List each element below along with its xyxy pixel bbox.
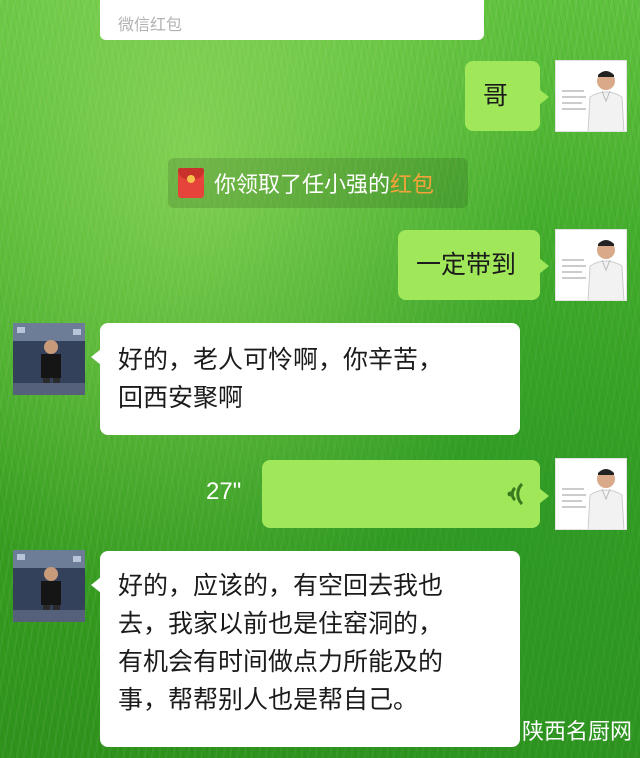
wechat-logo-icon: [486, 716, 516, 744]
red-packet-card-label: 微信红包: [118, 15, 183, 34]
message-bubble-6[interactable]: 好的，应该的，有空回去我也 去，我家以前也是住窑洞的， 有机会有时间做点力所能及…: [91, 551, 520, 747]
my-avatar[interactable]: [555, 458, 627, 530]
voice-duration: 27": [206, 478, 242, 505]
voice-message-bubble[interactable]: [262, 460, 549, 528]
message-text: 一定带到: [416, 250, 517, 279]
message-line: 好的，老人可怜啊，你辛苦，: [118, 345, 444, 374]
chef-avatar-image: [556, 61, 626, 131]
my-avatar[interactable]: [555, 229, 627, 301]
red-packet-notice-text: 你领取了任小强的: [214, 173, 391, 198]
red-packet-notice[interactable]: 你领取了任小强的 红包: [168, 158, 468, 208]
person-avatar-image: [13, 550, 85, 622]
red-packet-link[interactable]: 红包: [390, 167, 434, 199]
message-bubble-1[interactable]: 哥: [465, 61, 549, 131]
contact-avatar[interactable]: [13, 550, 85, 622]
message-bubble-4[interactable]: 好的，老人可怜啊，你辛苦， 回西安聚啊: [91, 323, 520, 435]
chef-avatar-image: [556, 230, 626, 300]
person-avatar-image: [13, 323, 85, 395]
message-line: 有机会有时间做点力所能及的: [118, 647, 444, 676]
message-line: 事，帮帮别人也是帮自己。: [118, 685, 419, 714]
message-bubble-3[interactable]: 一定带到: [398, 230, 549, 300]
voice-wave-icon: [500, 478, 526, 514]
contact-avatar[interactable]: [13, 323, 85, 395]
message-line: 好的，应该的，有空回去我也: [118, 571, 444, 600]
watermark: 陕西名厨网: [486, 714, 632, 746]
my-avatar[interactable]: [555, 60, 627, 132]
message-line: 回西安聚啊: [118, 383, 244, 412]
watermark-text: 陕西名厨网: [522, 720, 633, 745]
red-envelope-icon: [178, 168, 204, 198]
chef-avatar-image: [556, 459, 626, 529]
message-text: 哥: [483, 81, 509, 110]
red-packet-card[interactable]: 微信红包: [100, 0, 484, 40]
message-line: 去，我家以前也是住窑洞的，: [118, 609, 444, 638]
